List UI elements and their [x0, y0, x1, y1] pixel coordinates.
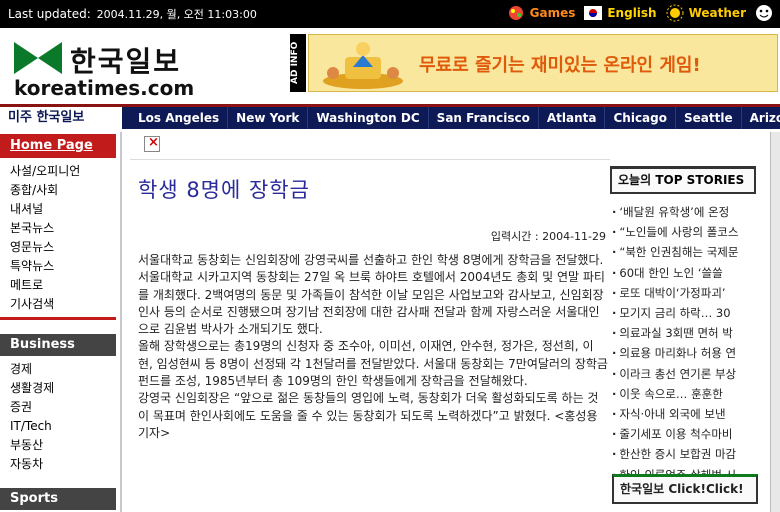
top-story-item[interactable]: “북한 인권침해는 국제문: [612, 242, 760, 262]
top-story-item[interactable]: 모기지 금리 하락… 30: [612, 303, 760, 323]
sidebar-item[interactable]: 메트로: [10, 276, 118, 295]
sidebar-item[interactable]: 사설/오피니언: [10, 162, 118, 181]
ad-banner-text: 무료로 즐기는 재미있는 온라인 게임!: [419, 55, 701, 76]
home-page-link[interactable]: Home Page: [0, 134, 116, 158]
article-main: 학생 8명에 장학금 입력시간 : 2004-11-29 서울대학교 동창회는 …: [130, 132, 610, 512]
english-link[interactable]: English: [583, 4, 657, 22]
click-click-banner[interactable]: 한국일보 Click!Click!: [612, 474, 758, 504]
top-story-item[interactable]: 의료용 마리화나 허용 연: [612, 343, 760, 363]
sports-heading[interactable]: Sports: [0, 488, 116, 510]
right-column: 오늘의 TOP STORIES ‘배달원 유학생’에 온정“노인들에 사랑의 폴…: [610, 166, 760, 512]
top-story-item[interactable]: 줄기세포 이용 척수마비: [612, 424, 760, 444]
games-link[interactable]: Games: [506, 4, 576, 22]
article-paragraph: 올해 장학생으로는 총19명의 신청자 중 조수아, 이미선, 이재연, 안수현…: [138, 339, 608, 389]
business-heading[interactable]: Business: [0, 334, 116, 356]
business-item[interactable]: IT/Tech: [10, 417, 118, 436]
korean-flag-icon: [584, 6, 603, 20]
sidebar-item[interactable]: 본국뉴스: [10, 219, 118, 238]
business-item[interactable]: 생활경제: [10, 379, 118, 398]
sidebar-item[interactable]: 종합/사회: [10, 181, 118, 200]
top-story-item[interactable]: 자식·아내 외국에 보낸: [612, 404, 760, 424]
city-list: Los Angeles New York Washington DC San Fran…: [130, 107, 780, 129]
top-stories-prefix: 오늘의: [618, 173, 652, 187]
site-logo[interactable]: 한국일보 koreatimes.com: [14, 42, 274, 102]
last-updated-timestamp: 2004.11.29, 월, 오전 11:03:00: [96, 8, 257, 21]
city-link[interactable]: San Francisco: [429, 107, 539, 129]
top-story-item[interactable]: 로또 대박이‘가정파괴’: [612, 283, 760, 303]
article-headline: 학생 8명에 장학금: [138, 178, 310, 202]
english-label: English: [607, 6, 657, 20]
last-updated-label: Last updated:: [8, 7, 91, 21]
article-paragraph: 서울대학교 동창회는 신임회장에 강영국씨를 선출하고 한인 학생 8명에게 장…: [138, 253, 604, 267]
article-paragraph: 강영국 신임회장은 “앞으로 젊은 동창들의 영입에 노력, 동창회가 더욱 활…: [138, 391, 599, 440]
game-ad-illustration: [323, 42, 403, 89]
top-bar: Last updated: 2004.11.29, 월, 오전 11:03:00…: [0, 0, 780, 28]
sidebar-item[interactable]: 특약뉴스: [10, 257, 118, 276]
top-story-item[interactable]: 한산한 증시 보합권 마감: [612, 444, 760, 464]
city-link[interactable]: Seattle: [676, 107, 742, 129]
weather-link[interactable]: Weather: [665, 4, 746, 22]
sidebar-item[interactable]: 내셔널: [10, 200, 118, 219]
business-item[interactable]: 자동차: [10, 455, 118, 474]
column-divider: [120, 132, 122, 512]
image-strip: [130, 132, 610, 160]
weather-label: Weather: [688, 6, 746, 20]
city-link[interactable]: Arizona: [742, 107, 780, 129]
left-sidebar: Home Page 사설/오피니언 종합/사회 내셔널 본국뉴스 영문뉴스 특약뉴스 메트로…: [0, 132, 118, 512]
city-link[interactable]: Los Angeles: [130, 107, 229, 129]
site-header: 한국일보 koreatimes.com AD INFO 무료로 즐기는 재미있는…: [0, 28, 780, 104]
scrollbar-track[interactable]: [770, 132, 780, 512]
business-item[interactable]: 부동산: [10, 436, 118, 455]
top-story-item[interactable]: “노인들에 사랑의 폴코스: [612, 222, 760, 242]
top-stories-list: ‘배달원 유학생’에 온정“노인들에 사랑의 폴코스“북한 인권침해는 국제문6…: [610, 202, 760, 485]
news-menu: 사설/오피니언 종합/사회 내셔널 본국뉴스 영문뉴스 특약뉴스 메트로 기사검색: [0, 162, 118, 314]
last-updated: Last updated: 2004.11.29, 월, 오전 11:03:00: [8, 6, 257, 22]
business-menu: 경제 생활경제 증권 IT/Tech 부동산 자동차: [0, 360, 118, 474]
top-story-item[interactable]: ‘배달원 유학생’에 온정: [612, 202, 760, 222]
city-link[interactable]: Atlanta: [539, 107, 606, 129]
games-icon: [508, 6, 523, 20]
games-label: Games: [529, 6, 576, 20]
business-item[interactable]: 경제: [10, 360, 118, 379]
logo-english-text: koreatimes.com: [14, 76, 195, 100]
top-stories-title: TOP STORIES: [655, 173, 745, 187]
sidebar-item[interactable]: 영문뉴스: [10, 238, 118, 257]
game-ad-banner[interactable]: 무료로 즐기는 재미있는 온라인 게임!: [308, 34, 778, 92]
top-story-item[interactable]: 이라크 총선 연기론 부상: [612, 364, 760, 384]
broken-image-icon: [144, 135, 160, 152]
article-paragraph: 서울대학교 시카고지역 동창회는 27일 옥 브룩 하야트 호텔에서 2004년…: [138, 270, 605, 337]
top-story-item[interactable]: 이웃 속으로… 훈훈한: [612, 384, 760, 404]
city-nav: 미주 한국일보 Los Angeles New York Washington DC…: [0, 104, 780, 129]
ad-info-label: AD INFO: [290, 34, 306, 92]
top-stories-header: 오늘의 TOP STORIES: [610, 166, 756, 194]
city-link[interactable]: New York: [228, 107, 309, 129]
top-story-item[interactable]: 의료과실 3회땐 면허 박: [612, 323, 760, 343]
publish-time: 입력시간 : 2004-11-29: [490, 230, 606, 243]
sidebar-item[interactable]: 기사검색: [10, 295, 118, 314]
face-icon[interactable]: [754, 4, 774, 22]
city-link[interactable]: Chicago: [605, 107, 676, 129]
business-item[interactable]: 증권: [10, 398, 118, 417]
logo-korean-text: 한국일보: [70, 45, 182, 78]
section-label[interactable]: 미주 한국일보: [0, 107, 122, 129]
city-link[interactable]: Washington DC: [308, 107, 429, 129]
weather-sun-icon: [666, 4, 684, 22]
top-story-item[interactable]: 60대 한인 노인 ‘쓸쓸: [612, 263, 760, 283]
sidebar-divider: [0, 317, 116, 320]
logo-emblem-icon: [14, 42, 62, 74]
article-body: 서울대학교 동창회는 신임회장에 강영국씨를 선출하고 한인 학생 8명에게 장…: [138, 252, 608, 442]
